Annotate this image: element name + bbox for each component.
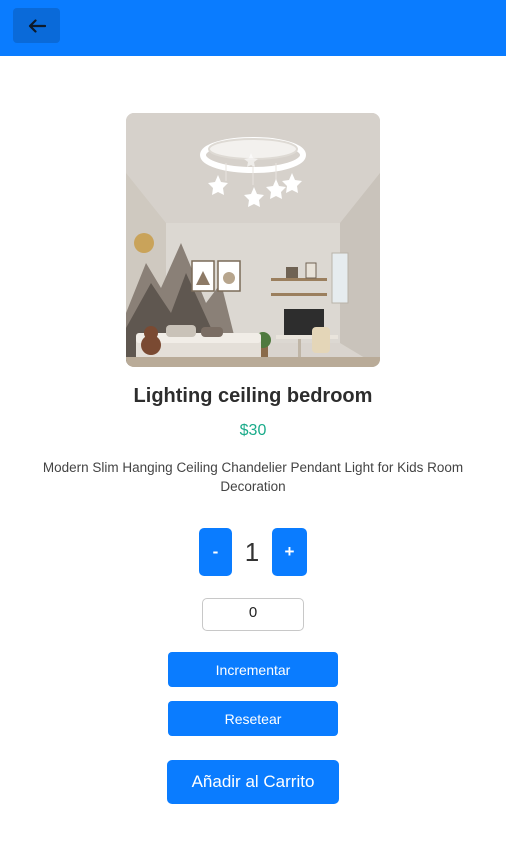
increment-button[interactable]: Incrementar <box>168 652 338 687</box>
decrease-quantity-button[interactable]: - <box>199 528 232 576</box>
quantity-value: 1 <box>244 536 260 567</box>
product-price: $30 <box>239 422 267 439</box>
arrow-left-icon <box>28 18 46 33</box>
product-image <box>126 113 380 367</box>
product-description: Modern Slim Hanging Ceiling Chandelier P… <box>42 460 464 494</box>
add-to-cart-button[interactable]: Añadir al Carrito <box>167 760 339 804</box>
back-button[interactable] <box>13 8 60 43</box>
top-app-bar <box>0 0 506 56</box>
counter-input[interactable] <box>202 598 304 631</box>
product-title: Lighting ceiling bedroom <box>133 385 373 407</box>
reset-button[interactable]: Resetear <box>168 701 338 736</box>
increase-quantity-button[interactable]: + <box>272 528 307 576</box>
